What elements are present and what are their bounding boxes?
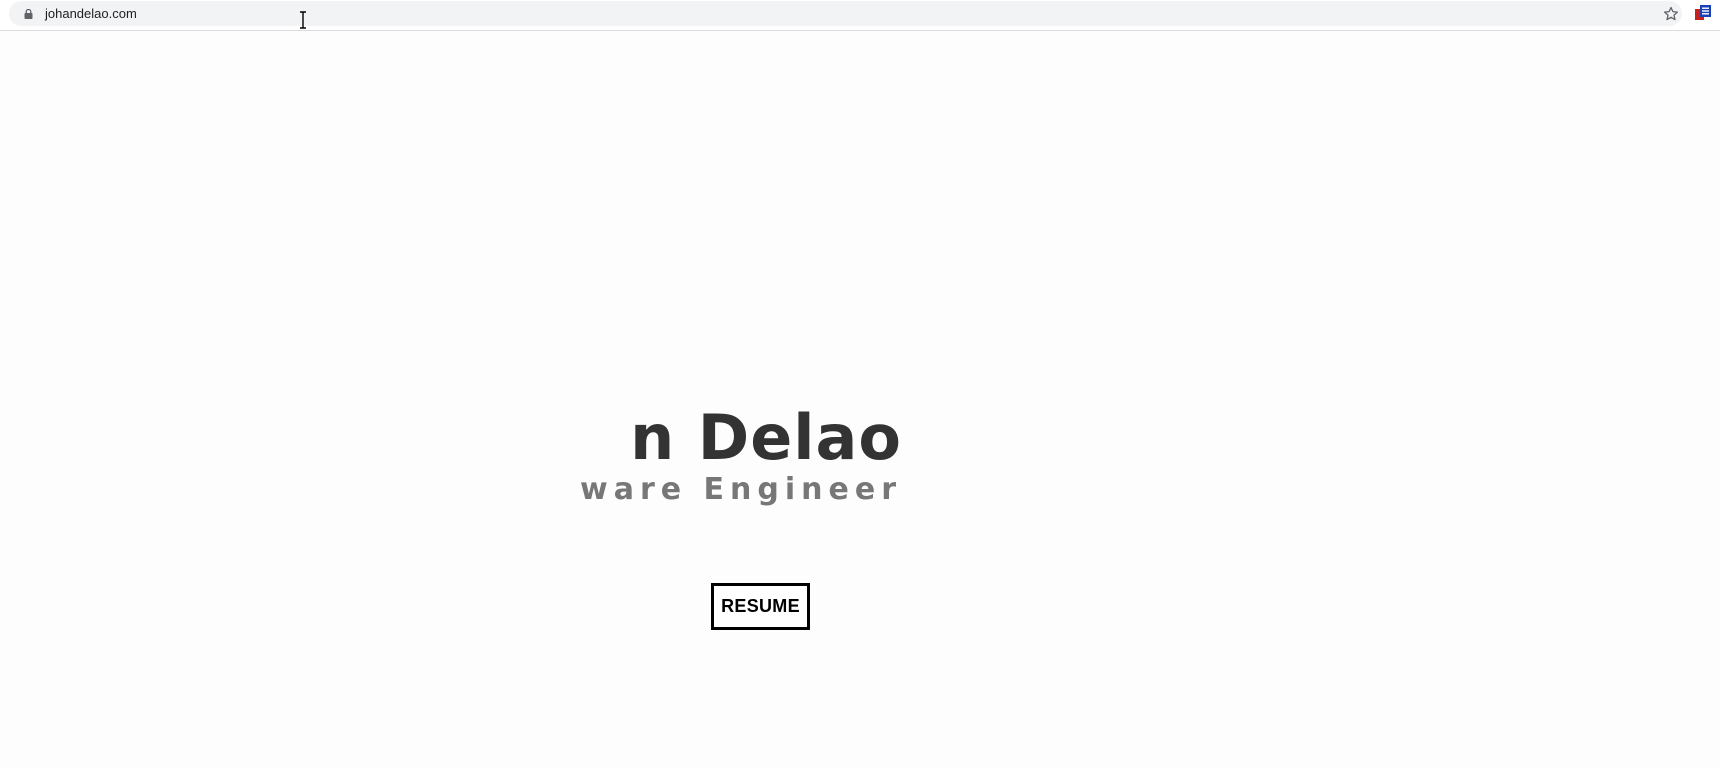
browser-toolbar: johandelao.com: [0, 0, 1720, 31]
hero-section: n Delao ware Engineer: [303, 400, 1003, 590]
url-text[interactable]: johandelao.com: [45, 5, 137, 22]
resume-button[interactable]: RESUME: [711, 583, 810, 630]
hero-subtitle: ware Engineer: [580, 472, 902, 507]
extension-icon[interactable]: [1694, 4, 1712, 22]
address-bar[interactable]: johandelao.com: [9, 1, 1682, 26]
text-cursor-icon: [300, 11, 306, 29]
lock-icon[interactable]: [24, 9, 33, 19]
hero-name: n Delao: [630, 401, 902, 474]
star-icon[interactable]: [1663, 6, 1679, 22]
